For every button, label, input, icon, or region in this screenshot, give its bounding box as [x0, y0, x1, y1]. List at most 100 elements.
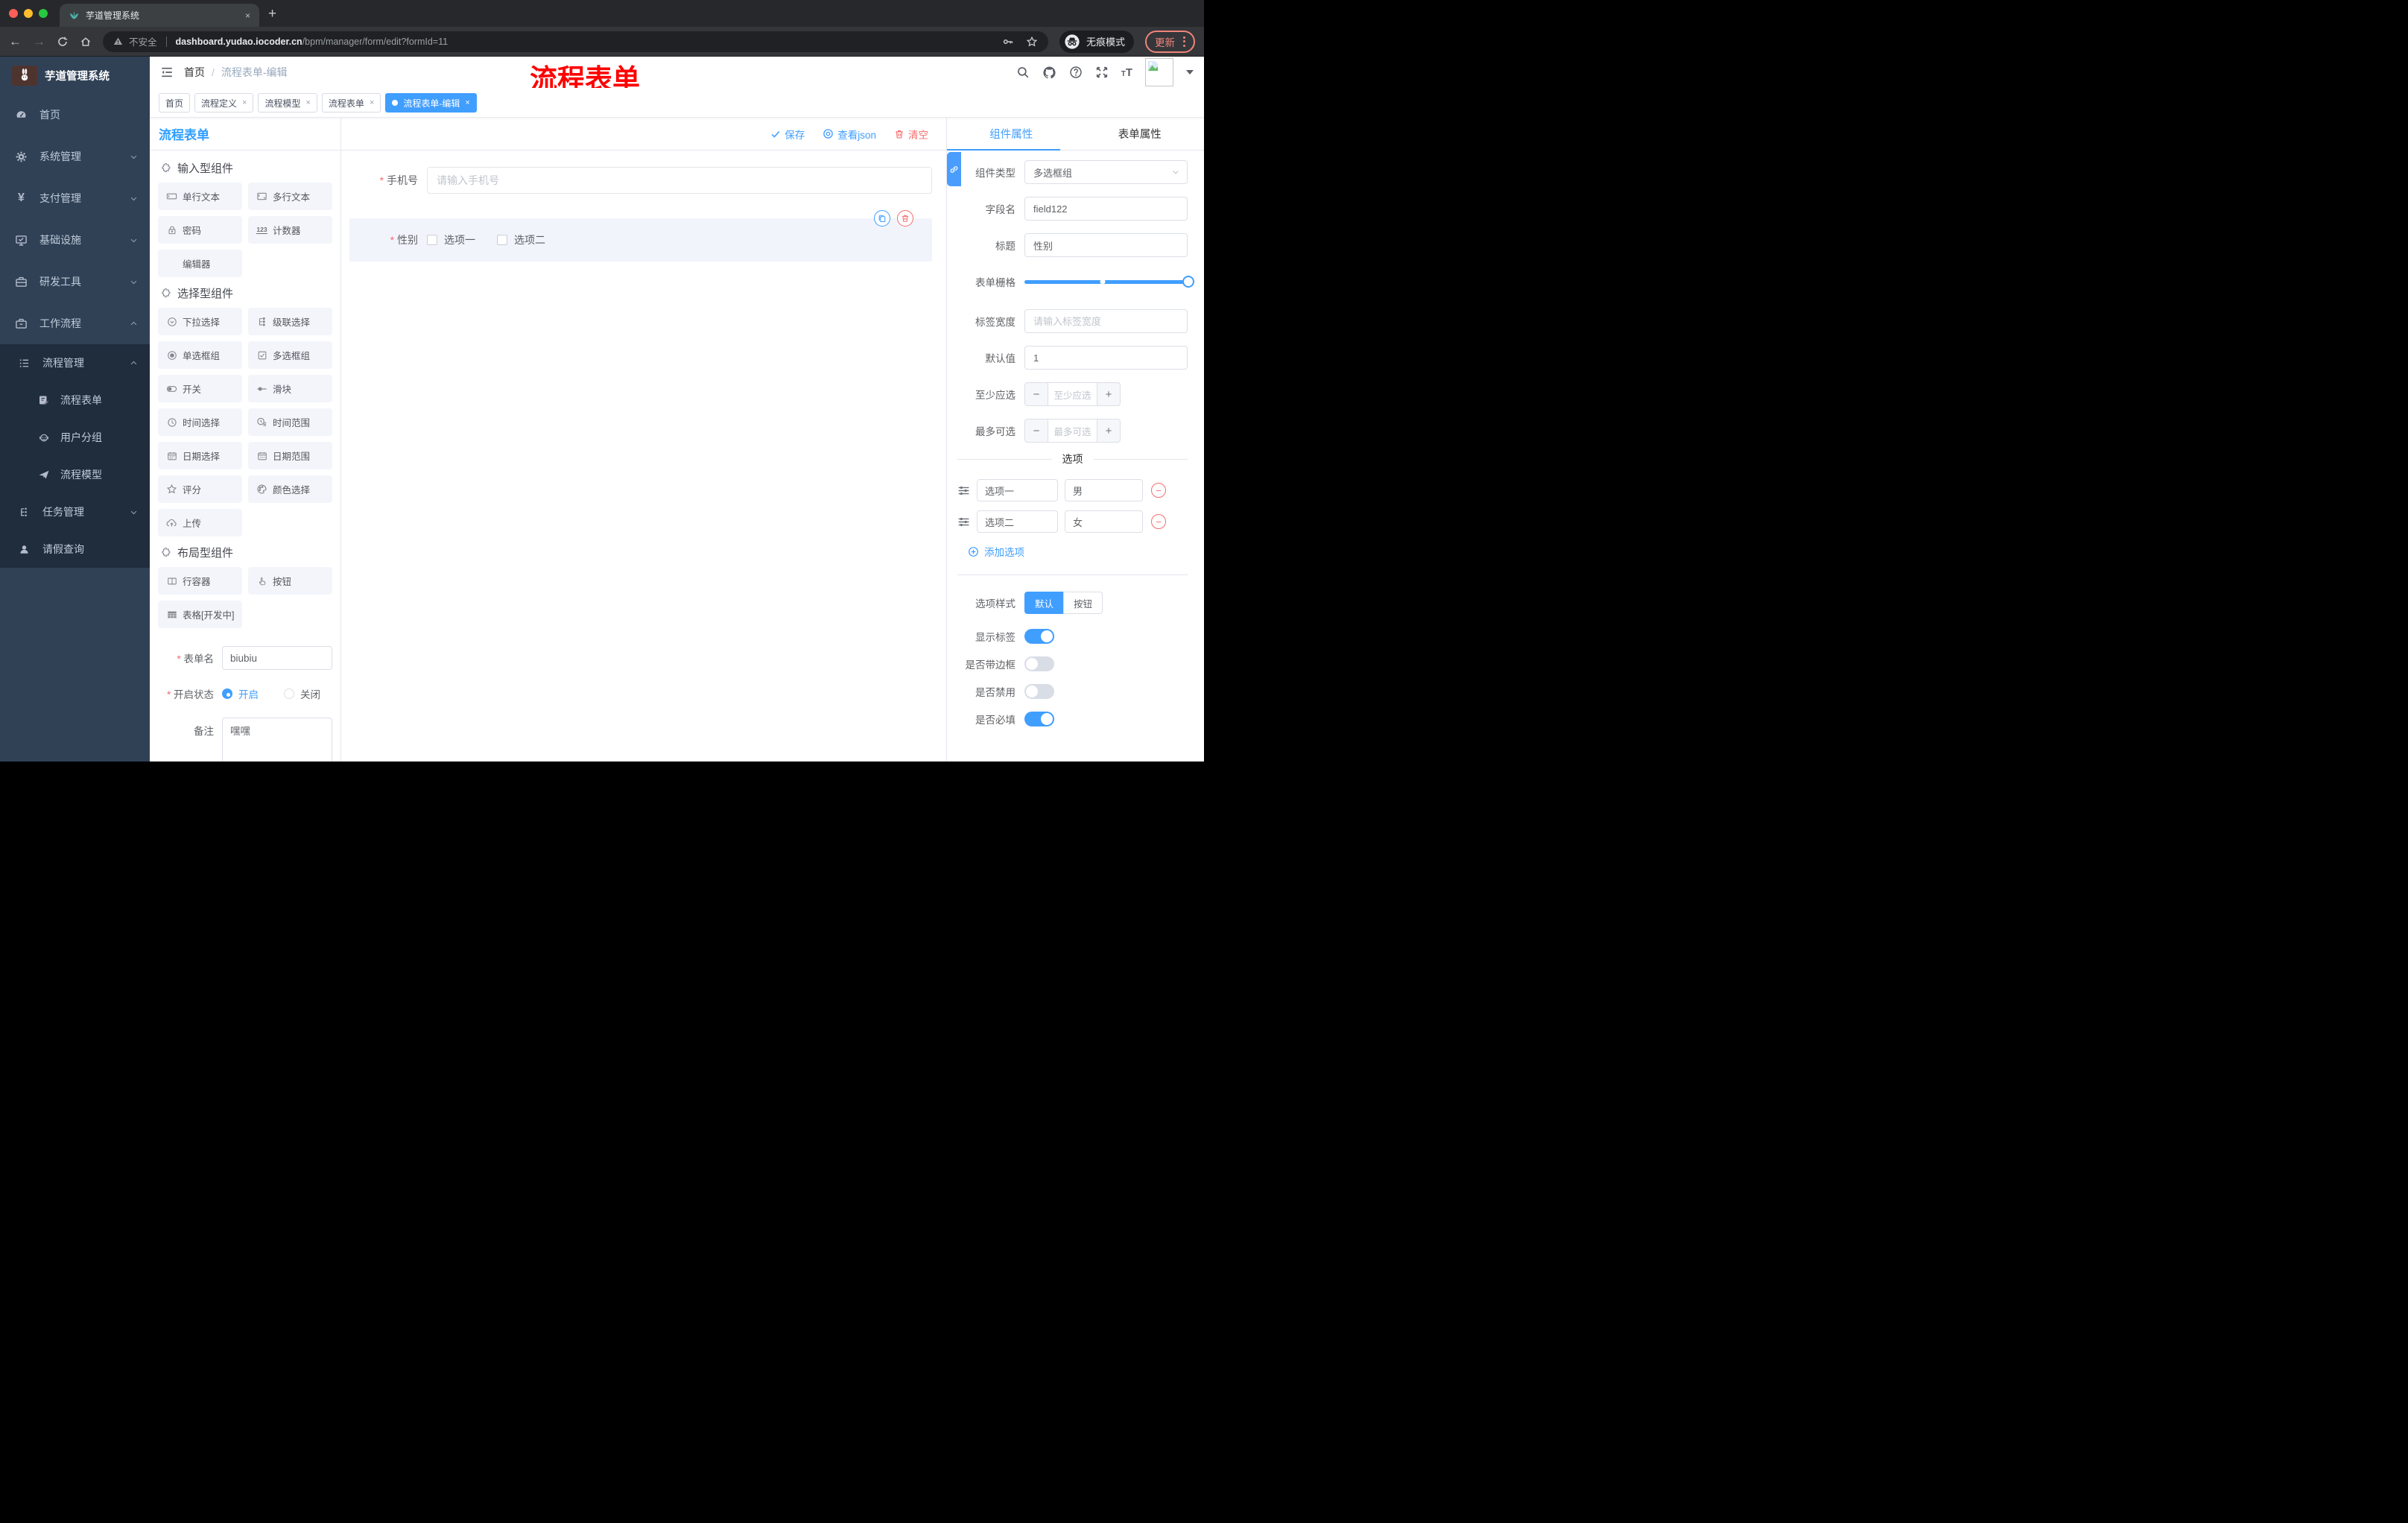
checkbox[interactable] [497, 235, 507, 245]
copy-component-button[interactable] [874, 210, 890, 227]
drag-handle-icon[interactable] [957, 516, 970, 528]
key-icon[interactable] [1002, 36, 1014, 48]
label-width-input[interactable] [1024, 309, 1188, 333]
tag-home[interactable]: 首页 [159, 93, 191, 113]
show-label-switch[interactable] [1024, 629, 1054, 644]
update-button[interactable]: 更新 [1145, 30, 1195, 53]
sidebar-item-system[interactable]: 系统管理 [0, 136, 150, 177]
palette-item-button[interactable]: 按钮 [248, 567, 332, 595]
border-switch[interactable] [1024, 656, 1054, 671]
github-icon[interactable] [1042, 66, 1056, 80]
palette-item-slider[interactable]: 滑块 [248, 375, 332, 402]
tab-form-props[interactable]: 表单属性 [1076, 118, 1205, 150]
sidebar-item-payment[interactable]: ¥ 支付管理 [0, 177, 150, 219]
gender-option1[interactable]: 选项一 [427, 232, 475, 247]
url-bar[interactable]: 不安全 dashboard.yudao.iocoder.cn/bpm/manag… [103, 31, 1048, 52]
remove-option-button[interactable]: − [1151, 514, 1166, 529]
palette-item-radio-group[interactable]: 单选框组 [158, 341, 242, 369]
form-canvas[interactable]: 手机号 性别 选项一 选项二 [341, 151, 946, 762]
sidebar-item-user-group[interactable]: 用户分组 [0, 419, 150, 456]
browser-tab[interactable]: 芋道管理系统 × [60, 4, 259, 27]
fullscreen-icon[interactable] [1095, 66, 1109, 79]
plus-button[interactable]: + [1097, 383, 1120, 405]
palette-item-table[interactable]: 表格[开发中] [158, 601, 242, 628]
option1-label-input[interactable] [977, 479, 1058, 501]
option-style-button[interactable]: 按钮 [1063, 592, 1103, 614]
remark-textarea[interactable]: 嘿嘿 [222, 718, 332, 762]
tag-close-icon[interactable]: × [305, 98, 310, 107]
palette-item-cascade[interactable]: 级联选择 [248, 308, 332, 335]
tag-process-form-edit[interactable]: 流程表单-编辑 × [385, 93, 477, 113]
brand[interactable]: 芋道管理系统 [0, 57, 150, 94]
link-icon[interactable] [947, 152, 961, 186]
delete-component-button[interactable] [897, 210, 913, 227]
option2-label-input[interactable] [977, 510, 1058, 533]
tag-close-icon[interactable]: × [465, 98, 469, 107]
palette-item-rate[interactable]: 评分 [158, 475, 242, 503]
required-switch[interactable] [1024, 712, 1054, 726]
status-off-radio[interactable] [284, 688, 294, 699]
tag-process-model[interactable]: 流程模型 × [258, 93, 317, 113]
avatar[interactable] [1145, 58, 1173, 86]
slider-handle[interactable] [1182, 276, 1194, 288]
sidebar-item-process-manage[interactable]: 流程管理 [0, 344, 150, 381]
breadcrumb-home[interactable]: 首页 [184, 65, 205, 80]
phone-input[interactable] [427, 167, 932, 194]
sidebar-item-devtools[interactable]: 研发工具 [0, 261, 150, 303]
tab-close-icon[interactable]: × [245, 10, 250, 21]
slider-track[interactable] [1024, 276, 1194, 288]
palette-item-checkbox-group[interactable]: 多选框组 [248, 341, 332, 369]
sidebar-item-process-form[interactable]: 流程表单 [0, 381, 150, 419]
tag-close-icon[interactable]: × [242, 98, 247, 107]
option2-value-input[interactable] [1065, 510, 1143, 533]
tag-close-icon[interactable]: × [370, 98, 374, 107]
close-window-button[interactable] [9, 9, 18, 18]
palette-item-counter[interactable]: 123 计数器 [248, 216, 332, 244]
forward-icon[interactable]: → [33, 35, 45, 48]
caret-down-icon[interactable] [1186, 70, 1194, 75]
form-name-input[interactable] [222, 646, 332, 670]
palette-item-time-picker[interactable]: 时间选择 [158, 408, 242, 436]
palette-item-single-text[interactable]: 单行文本 [158, 183, 242, 210]
component-type-select[interactable]: 多选框组 [1024, 160, 1188, 184]
help-icon[interactable] [1069, 66, 1083, 79]
tab-component-props[interactable]: 组件属性 [947, 118, 1076, 150]
palette-item-date-picker[interactable]: 日期选择 [158, 442, 242, 469]
grid-slider[interactable] [1024, 270, 1194, 294]
palette-item-password[interactable]: 密码 [158, 216, 242, 244]
sidebar-item-infra[interactable]: 基础设施 [0, 219, 150, 261]
default-value-input[interactable] [1024, 346, 1188, 370]
sidebar-item-task-manage[interactable]: 任务管理 [0, 493, 150, 531]
disabled-switch[interactable] [1024, 684, 1054, 699]
maximize-window-button[interactable] [39, 9, 48, 18]
save-button[interactable]: 保存 [770, 127, 805, 142]
checkbox[interactable] [427, 235, 437, 245]
option1-value-input[interactable] [1065, 479, 1143, 501]
canvas-field-gender-selected[interactable]: 性别 选项一 选项二 [349, 210, 932, 262]
min-select-input[interactable]: 至少应选 [1048, 383, 1097, 405]
sidebar-item-process-model[interactable]: 流程模型 [0, 456, 150, 493]
canvas-field-phone[interactable]: 手机号 [349, 167, 932, 194]
palette-item-select[interactable]: 下拉选择 [158, 308, 242, 335]
minimize-window-button[interactable] [24, 9, 33, 18]
palette-item-switch[interactable]: 开关 [158, 375, 242, 402]
palette-item-time-range[interactable]: 时间范围 [248, 408, 332, 436]
minus-button[interactable]: − [1025, 419, 1048, 442]
palette-item-editor[interactable]: 编辑器 [158, 250, 242, 277]
sidebar-item-home[interactable]: 首页 [0, 94, 150, 136]
field-name-input[interactable] [1024, 197, 1188, 221]
remove-option-button[interactable]: − [1151, 483, 1166, 498]
title-input[interactable] [1024, 233, 1188, 257]
home-icon[interactable] [80, 36, 92, 48]
sidebar-item-leave-query[interactable]: 请假查询 [0, 531, 150, 568]
search-icon[interactable] [1016, 66, 1030, 79]
palette-item-date-range[interactable]: 日期范围 [248, 442, 332, 469]
palette-item-color-picker[interactable]: 颜色选择 [248, 475, 332, 503]
view-json-button[interactable]: 查看json [823, 127, 876, 142]
add-option-button[interactable]: 添加选项 [968, 544, 1188, 559]
hamburger-icon[interactable] [160, 66, 174, 79]
star-icon[interactable] [1026, 36, 1038, 48]
plus-button[interactable]: + [1097, 419, 1120, 442]
max-select-input[interactable]: 最多可选 [1048, 419, 1097, 442]
sidebar-item-workflow[interactable]: 工作流程 [0, 303, 150, 344]
